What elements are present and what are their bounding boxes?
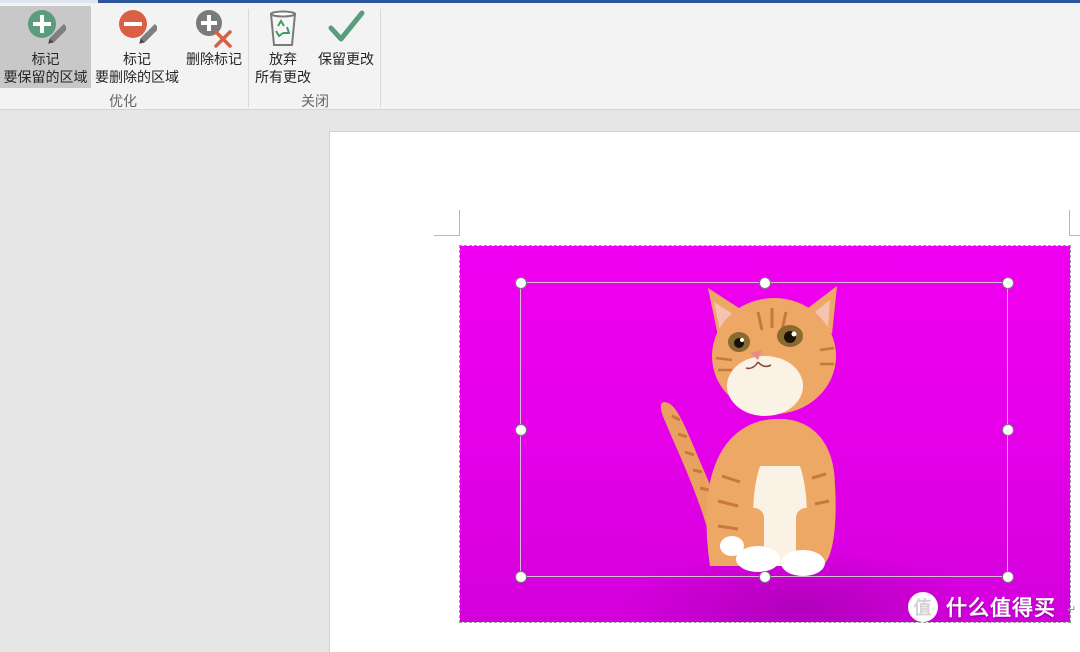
group-separator bbox=[380, 9, 381, 107]
margin-crop-mark bbox=[434, 235, 460, 236]
resize-handle-bottom-right[interactable] bbox=[1002, 571, 1014, 583]
group-label-optimize: 优化 bbox=[109, 94, 137, 110]
group-label-close: 关闭 bbox=[301, 94, 329, 110]
background-removal-image[interactable] bbox=[459, 245, 1071, 623]
resize-handle-top[interactable] bbox=[759, 277, 771, 289]
watermark-logo: 值 bbox=[908, 592, 938, 622]
delete-mark-icon bbox=[194, 8, 234, 48]
resize-handle-left[interactable] bbox=[515, 424, 527, 436]
keep-changes-button[interactable]: 保留更改 bbox=[314, 6, 378, 88]
resize-handle-top-left[interactable] bbox=[515, 277, 527, 289]
discard-label-line2: 所有更改 bbox=[255, 70, 311, 86]
resize-handle-bottom[interactable] bbox=[759, 571, 771, 583]
resize-handle-bottom-left[interactable] bbox=[515, 571, 527, 583]
recycle-bin-icon bbox=[263, 8, 303, 48]
kitten-illustration bbox=[660, 286, 837, 576]
margin-crop-mark bbox=[1069, 210, 1070, 236]
mark-remove-icon bbox=[117, 8, 157, 48]
resize-handle-right[interactable] bbox=[1002, 424, 1014, 436]
delete-mark-button[interactable]: 删除标记 bbox=[183, 6, 245, 88]
mark-keep-icon bbox=[26, 8, 66, 48]
margin-crop-mark bbox=[459, 210, 460, 236]
paragraph-mark: ↵ bbox=[1067, 603, 1077, 616]
mark-areas-to-remove-button[interactable]: 标记 要删除的区域 bbox=[92, 6, 182, 88]
ribbon: 标记 要保留的区域 标记 要删除的区域 删除标记 优化 放弃 所有更改 保留更改… bbox=[0, 3, 1080, 110]
discard-label-line1: 放弃 bbox=[269, 52, 297, 68]
group-separator bbox=[248, 9, 249, 107]
watermark-text: 什么值得买 bbox=[946, 596, 1056, 620]
delete-mark-label: 删除标记 bbox=[186, 52, 242, 68]
discard-all-changes-button[interactable]: 放弃 所有更改 bbox=[252, 6, 314, 88]
watermark: 值 什么值得买 bbox=[908, 590, 1056, 624]
mark-keep-label-line2: 要保留的区域 bbox=[3, 70, 88, 86]
mark-remove-label-line2: 要删除的区域 bbox=[95, 70, 179, 86]
mark-remove-label-line1: 标记 bbox=[123, 52, 151, 68]
resize-handle-top-right[interactable] bbox=[1002, 277, 1014, 289]
mark-areas-to-keep-button[interactable]: 标记 要保留的区域 bbox=[0, 6, 91, 88]
mark-keep-label-line1: 标记 bbox=[31, 52, 60, 68]
margin-crop-mark bbox=[1069, 235, 1080, 236]
watermark-logo-char: 值 bbox=[913, 598, 933, 619]
checkmark-icon bbox=[326, 8, 366, 48]
keep-changes-label: 保留更改 bbox=[318, 52, 374, 68]
